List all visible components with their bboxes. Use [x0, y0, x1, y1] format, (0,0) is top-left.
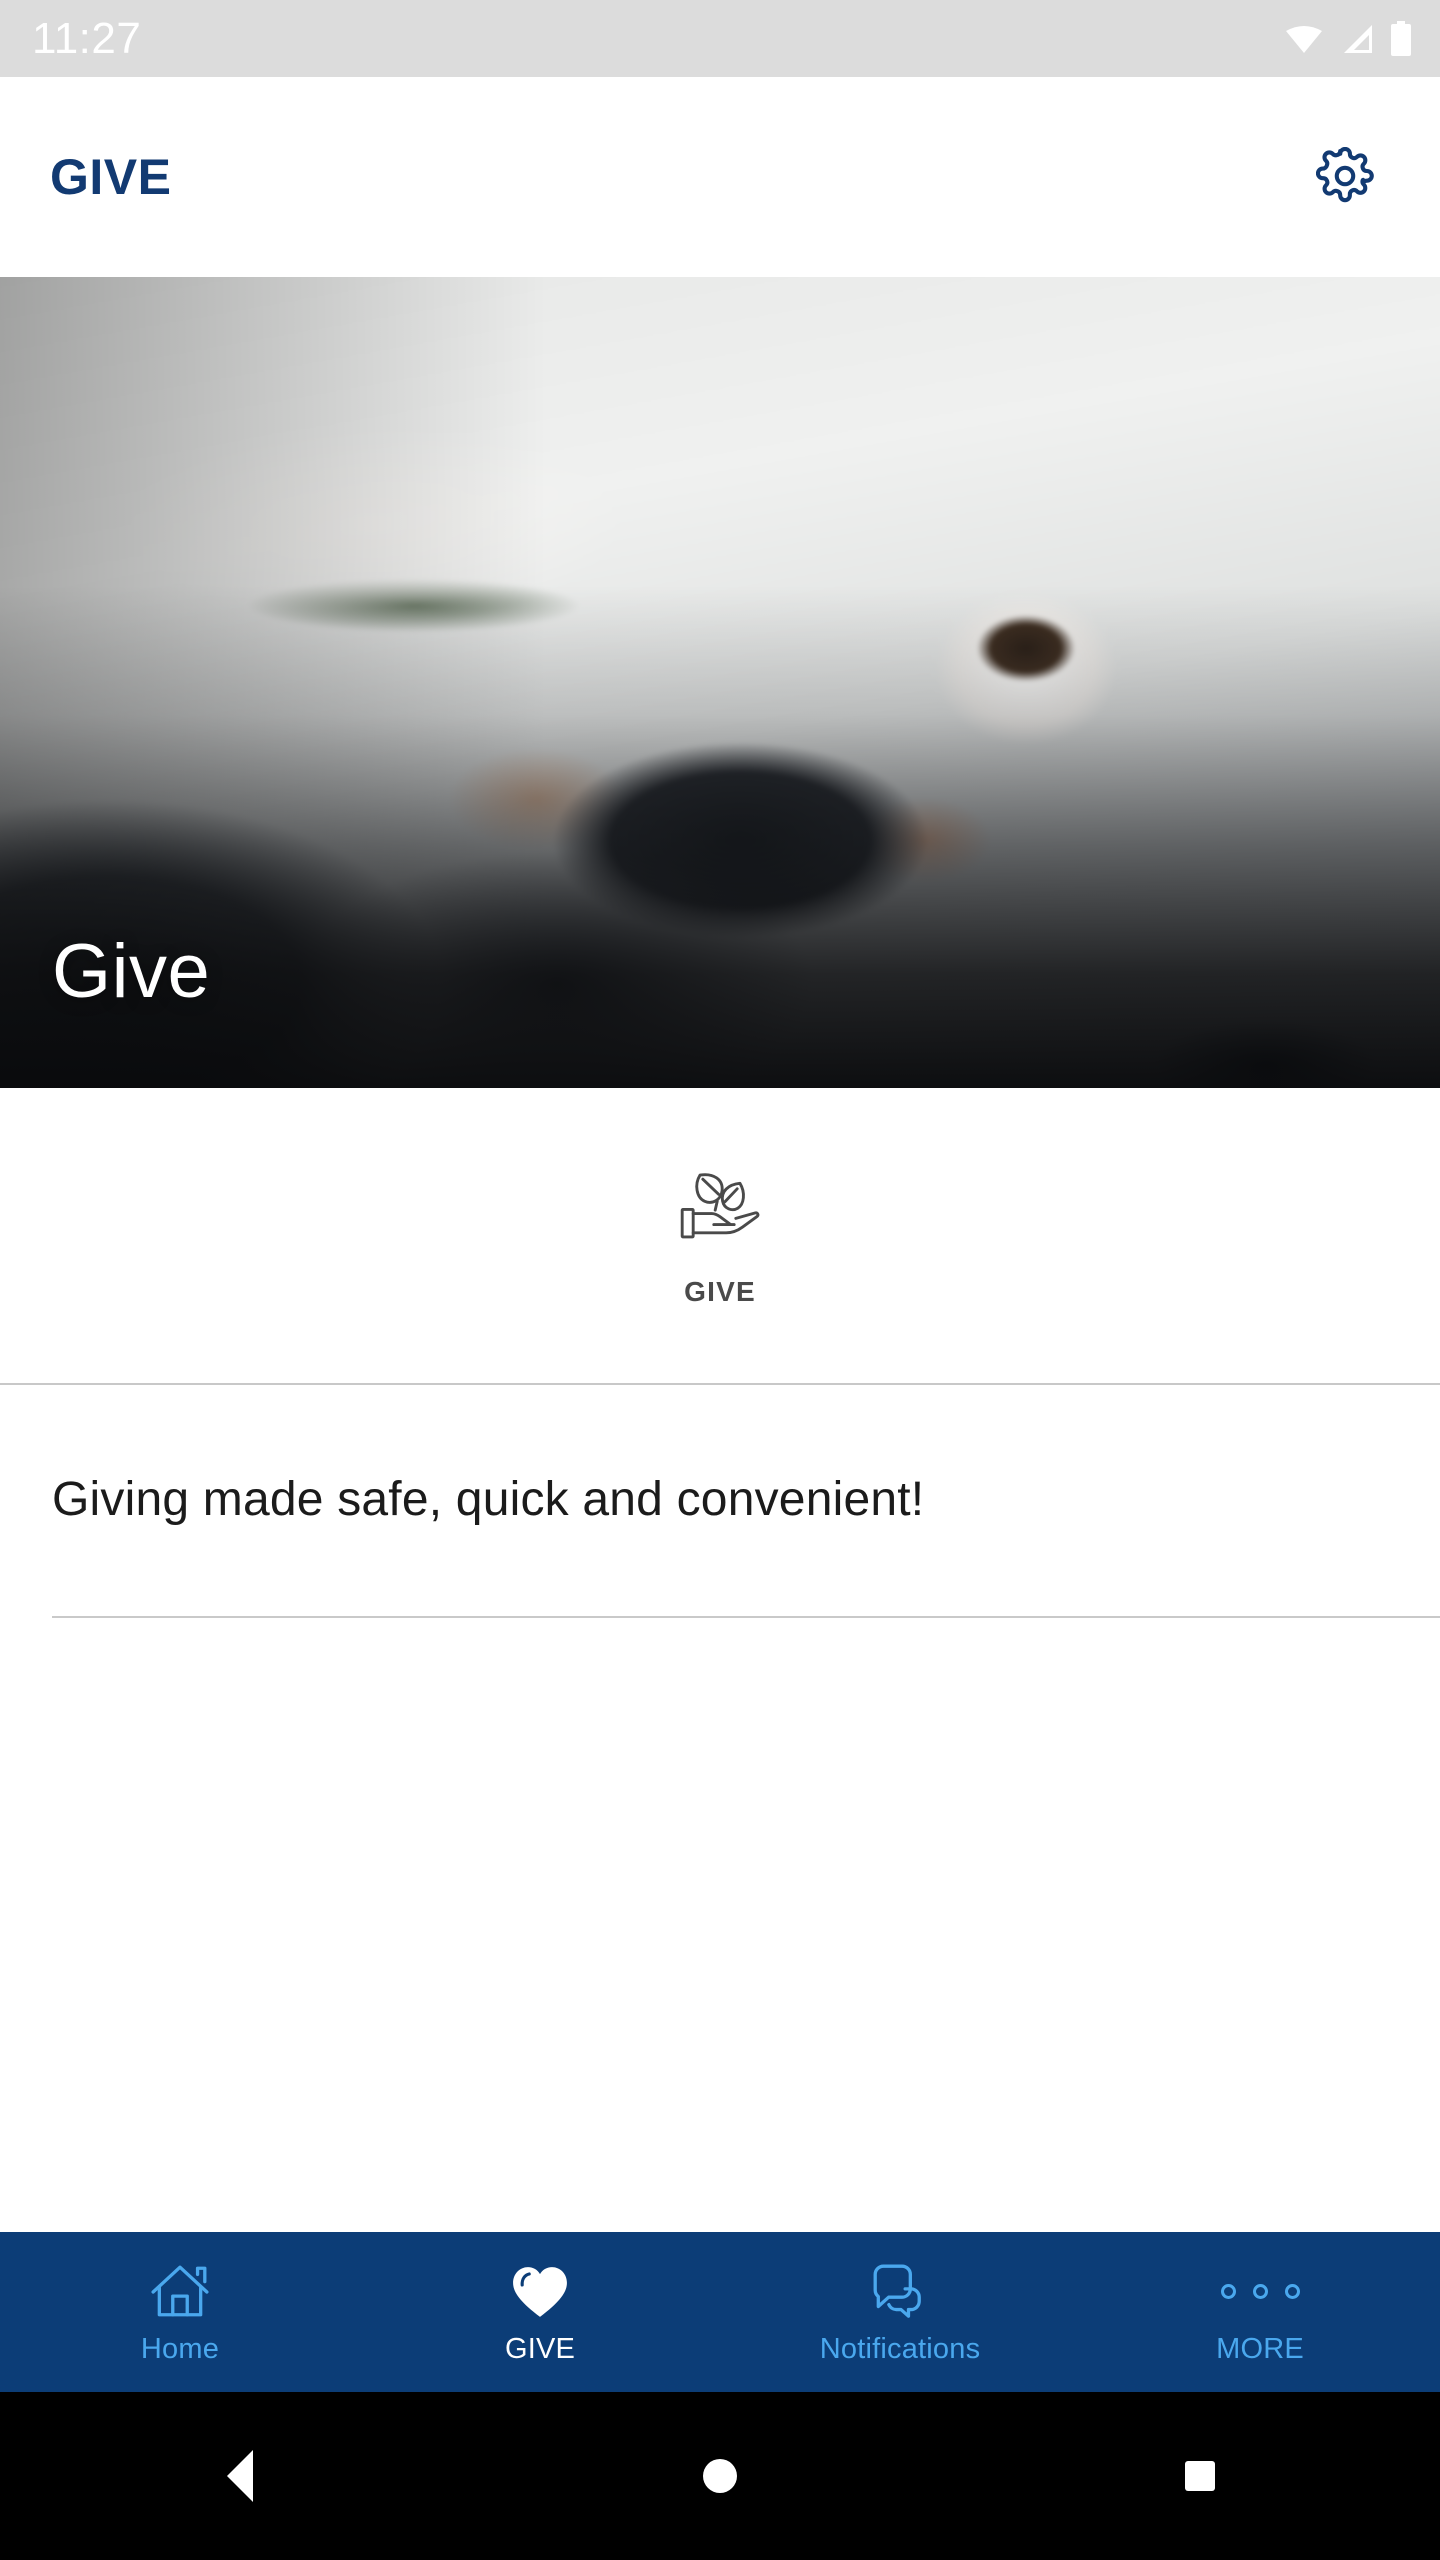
tagline-row: Giving made safe, quick and convenient!	[0, 1385, 1440, 1616]
nav-item-more[interactable]: MORE	[1080, 2232, 1440, 2392]
speech-bubbles-icon	[869, 2261, 931, 2323]
back-triangle-icon	[227, 2450, 253, 2502]
page-title: GIVE	[50, 149, 172, 205]
give-tile[interactable]: GIVE	[676, 1165, 764, 1306]
gear-icon	[1315, 146, 1374, 208]
wifi-icon	[1284, 23, 1324, 55]
content-area: Giving made safe, quick and convenient!	[0, 1385, 1440, 2232]
recents-square-icon	[1185, 2461, 1215, 2491]
system-home-button[interactable]	[480, 2459, 960, 2493]
three-dots-icon	[1220, 2261, 1300, 2323]
nav-item-give[interactable]: GIVE	[360, 2232, 720, 2392]
nav-label-notifications: Notifications	[819, 2332, 981, 2365]
system-recents-button[interactable]	[960, 2461, 1440, 2491]
home-icon	[149, 2261, 211, 2323]
system-back-button[interactable]	[0, 2450, 480, 2502]
settings-button[interactable]	[1302, 134, 1388, 220]
status-bar: 11:27	[0, 0, 1440, 77]
status-bar-icons	[1284, 20, 1412, 57]
tagline-text: Giving made safe, quick and convenient!	[52, 1473, 925, 1527]
battery-icon	[1390, 20, 1412, 57]
divider-below-tagline	[52, 1616, 1440, 1618]
android-system-nav	[0, 2392, 1440, 2560]
app-bar: GIVE	[0, 77, 1440, 277]
nav-label-give: GIVE	[504, 2332, 576, 2365]
status-bar-clock: 11:27	[32, 13, 142, 63]
phone-screen: 11:27 GIVE Give GIVE Giving made safe, q…	[0, 0, 1440, 2560]
nav-label-home: Home	[140, 2332, 220, 2365]
home-circle-icon	[703, 2459, 737, 2493]
cellular-signal-icon	[1338, 23, 1376, 55]
nav-item-notifications[interactable]: Notifications	[720, 2232, 1080, 2392]
give-tile-label: GIVE	[684, 1276, 756, 1307]
hero-banner: Give	[0, 277, 1440, 1088]
nav-item-home[interactable]: Home	[0, 2232, 360, 2392]
hero-gradient-overlay	[0, 277, 1440, 1088]
heart-icon	[511, 2261, 569, 2323]
nav-label-more: MORE	[1216, 2332, 1304, 2365]
hand-with-leaves-icon	[676, 1165, 764, 1252]
bottom-navigation-bar: Home GIVE Notifications MORE	[0, 2232, 1440, 2392]
hero-caption: Give	[52, 929, 211, 1014]
give-tile-row: GIVE	[0, 1088, 1440, 1383]
